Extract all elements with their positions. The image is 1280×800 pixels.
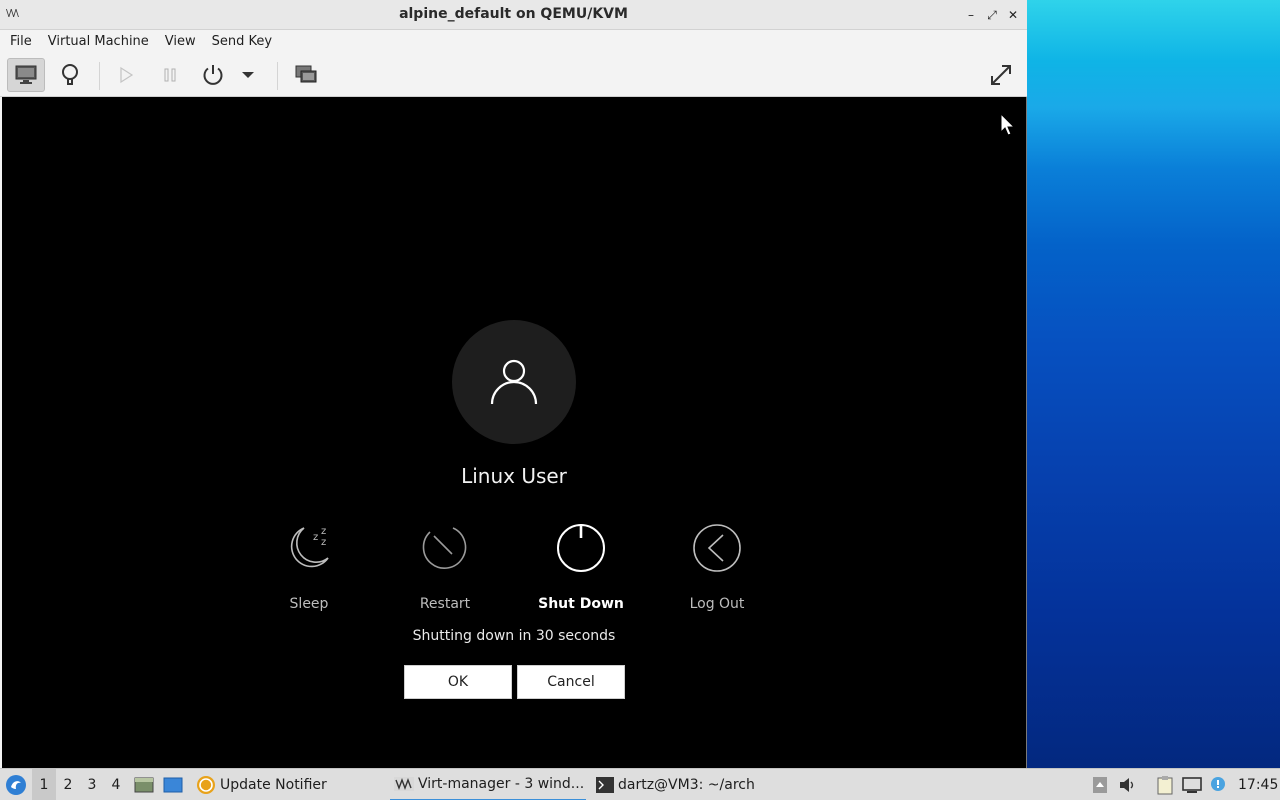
- volume-button[interactable]: [1115, 769, 1141, 800]
- vm-window: \/\/\ alpine_default on QEMU/KVM – ⤢ ✕ F…: [0, 0, 1027, 768]
- logout-icon: [693, 524, 741, 572]
- virt-manager-icon: [394, 777, 414, 791]
- fullscreen-button[interactable]: [982, 58, 1020, 92]
- snapshots-button[interactable]: [287, 58, 325, 92]
- desktop-icon: [163, 777, 183, 793]
- countdown-text: Shutting down in 30 seconds: [412, 628, 616, 644]
- fullscreen-icon: [991, 65, 1011, 85]
- play-icon: [120, 66, 134, 84]
- workspace-1[interactable]: 1: [32, 769, 56, 800]
- logout-label: Log Out: [689, 596, 745, 612]
- restart-label: Restart: [419, 596, 471, 612]
- svg-text:z: z: [321, 537, 326, 548]
- window-title: alpine_default on QEMU/KVM: [399, 6, 628, 22]
- toolbar: [0, 54, 1027, 97]
- network-icon: [1182, 777, 1202, 793]
- show-desktop-launcher[interactable]: [162, 769, 184, 800]
- task-terminal[interactable]: dartz@VM3: ~/arch: [592, 769, 782, 800]
- menu-file[interactable]: File: [2, 30, 40, 54]
- shutdown-menu-button[interactable]: [233, 58, 263, 92]
- user-icon: [490, 359, 538, 405]
- shutdown-label: Shut Down: [538, 596, 624, 612]
- mouse-cursor-icon: [1000, 113, 1016, 136]
- sleep-label: Sleep: [289, 596, 329, 612]
- notification-button[interactable]: [1205, 769, 1231, 800]
- svg-text:z: z: [313, 532, 318, 543]
- clipboard-icon: [1157, 776, 1173, 795]
- lightbulb-icon: [62, 64, 78, 85]
- task-update-notifier[interactable]: Update Notifier: [192, 769, 382, 800]
- workspace-2[interactable]: 2: [56, 769, 80, 800]
- dropdown-arrow-icon: [242, 72, 254, 78]
- folder-icon: [134, 777, 154, 793]
- logout-action[interactable]: Log Out: [662, 522, 772, 612]
- task-label: Update Notifier: [220, 777, 327, 793]
- volume-icon: [1120, 778, 1134, 792]
- details-view-button[interactable]: [51, 58, 89, 92]
- tray-expand-icon: [1093, 777, 1107, 793]
- console-view-button[interactable]: [7, 58, 45, 92]
- snapshot-icon: [295, 65, 317, 83]
- menu-bar: File Virtual Machine View Send Key: [0, 30, 1027, 54]
- tray-expand-button[interactable]: [1087, 769, 1113, 800]
- notification-icon: [1211, 777, 1225, 791]
- clock[interactable]: 17:45: [1238, 769, 1278, 800]
- power-icon: [557, 524, 605, 572]
- cancel-button[interactable]: Cancel: [517, 665, 625, 699]
- pause-icon: [164, 68, 176, 82]
- restart-icon: [422, 527, 467, 569]
- network-button[interactable]: [1179, 769, 1205, 800]
- sleep-action[interactable]: z z z Sleep: [254, 522, 364, 612]
- restart-action[interactable]: Restart: [390, 522, 500, 612]
- title-bar[interactable]: \/\/\ alpine_default on QEMU/KVM – ⤢ ✕: [0, 0, 1027, 30]
- file-manager-launcher[interactable]: [133, 769, 155, 800]
- avatar: [452, 320, 576, 444]
- minimize-button[interactable]: –: [962, 6, 980, 24]
- sleep-icon: z z z: [290, 526, 329, 568]
- run-button[interactable]: [107, 58, 145, 92]
- update-notifier-icon: [197, 776, 215, 794]
- clipboard-button[interactable]: [1152, 769, 1178, 800]
- menu-virtual-machine[interactable]: Virtual Machine: [40, 30, 157, 54]
- close-button[interactable]: ✕: [1004, 6, 1022, 24]
- shutdown-action[interactable]: Shut Down: [526, 522, 636, 612]
- power-icon: [203, 65, 223, 85]
- pause-button[interactable]: [151, 58, 189, 92]
- task-label: Virt-manager - 3 wind...: [418, 776, 585, 792]
- maximize-button[interactable]: ⤢: [983, 6, 1001, 24]
- start-menu-button[interactable]: [4, 769, 28, 800]
- shutdown-button[interactable]: [194, 58, 232, 92]
- workspace-4[interactable]: 4: [104, 769, 128, 800]
- svg-text:z: z: [321, 526, 326, 537]
- ok-button[interactable]: OK: [404, 665, 512, 699]
- task-virt-manager[interactable]: Virt-manager - 3 wind...: [390, 769, 586, 800]
- vm-console-display[interactable]: Linux User z z z Sleep Restart Shut Down: [2, 97, 1026, 768]
- workspace-3[interactable]: 3: [80, 769, 104, 800]
- menu-send-key[interactable]: Send Key: [204, 30, 280, 54]
- monitor-icon: [15, 65, 37, 84]
- distro-logo-icon: [6, 775, 26, 795]
- task-label: dartz@VM3: ~/arch: [618, 777, 755, 793]
- menu-view[interactable]: View: [157, 30, 204, 54]
- taskbar: 1 2 3 4 Update Notifier Virt-manager - 3…: [0, 768, 1280, 800]
- user-name: Linux User: [461, 464, 567, 488]
- terminal-icon: [596, 777, 614, 793]
